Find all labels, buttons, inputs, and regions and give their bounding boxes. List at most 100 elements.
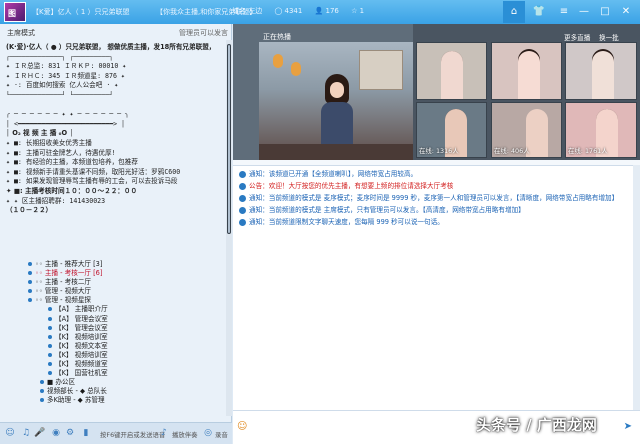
announcement-line: ✦ ·: 百度如何搜索 亿人公会吧 · ✦ [6, 81, 119, 90]
avatar-text: 图 [8, 9, 16, 18]
emoji-icon[interactable]: ☺ [237, 421, 247, 432]
chat-text: 该频道已开通【全频道喇叭】，网络带宽占用较高。 [268, 170, 418, 178]
menu-icon[interactable]: ≡ [553, 1, 575, 23]
chat-message: 通知：当前频道的模式是 主席模式，只有管理员可以发言。【高清度，网络带宽占用略有… [239, 206, 627, 215]
refresh-streams-link[interactable]: 换一批 [599, 32, 619, 42]
minimize-icon[interactable]: — [573, 1, 595, 23]
scroll-thumb[interactable] [227, 44, 231, 234]
stream-thumbnail[interactable]: 在线: 1316人 [416, 102, 487, 158]
record-button[interactable]: 录音 [215, 430, 228, 439]
video-area: 正在热播 更多直播 换一批 在线: 1316人 在线: 406人 在线: 176… [233, 24, 640, 160]
channel-tree-label: 视频部长 - ◆ 总队长 [47, 387, 107, 396]
channel-tree-item[interactable]: ◦◦ 主播 - 推荐大厅 [3] [0, 260, 226, 269]
channel-tree-label: 【A】 主播职介厅 [55, 305, 108, 314]
info-icon [239, 182, 246, 190]
music-icon[interactable]: ♪ [158, 427, 170, 439]
channel-tree-item[interactable]: 【K】 视频培训室 [0, 333, 226, 342]
chat-message: 通知：当前频道限制文字聊天速度，您每隔 999 秒可以说一句话。 [239, 218, 627, 227]
figure-shape [518, 51, 540, 99]
skin-icon[interactable]: 👕 [528, 1, 550, 23]
channel-dot-icon [40, 380, 44, 385]
chat-text: 当前频道的模式是 主席模式，只有管理员可以发言。【高清度，网络带宽占用略有增加】 [268, 206, 525, 215]
channel-tree-item[interactable]: 【A】 主播职介厅 [0, 305, 226, 314]
channel-tree-label: ◦◦ 主播 - 考核一厅 [6] [35, 269, 103, 278]
desk-shape [259, 144, 413, 160]
channel-dot-icon [48, 316, 52, 321]
announcement-line: ✦ ■: 长期招收美女优秀主播 [6, 138, 92, 147]
settings-icon[interactable]: ⚙ [64, 427, 76, 439]
chat-message: 通知：该频道已开通【全频道喇叭】，网络带宽占用较高。 [239, 170, 627, 179]
channel-tree-item[interactable]: 【K】 视频文本室 [0, 342, 226, 351]
channel-dot-icon [28, 262, 32, 266]
left-panel: 主席模式 管理员可以发言 (K·爱)·亿人（ ● ）只兄弟联盟， 想做优质主播，… [0, 24, 232, 444]
channel-tree-item[interactable]: 【K】 视频频道室 [0, 360, 226, 369]
channel-tree-item[interactable]: 视频部长 - ◆ 总队长 [0, 387, 226, 396]
channel-tree-item[interactable]: 【K】 视频培训室 [0, 351, 226, 360]
channel-tree-label: 【K】 视频频道室 [55, 360, 108, 369]
channel-tree-item[interactable]: ◦◦ 主播 - 考核二厅 [0, 278, 226, 287]
announcement-line: ✦ ■: 视频新手请重头基课不同频，取阳光好活：罗鸦C600 [6, 167, 181, 176]
channel-tree-item[interactable]: ◦◦ 主播 - 考核一厅 [6] [0, 269, 226, 278]
channel-tree-item[interactable]: ◦◦ 管理 - 视频大厅 [0, 287, 226, 296]
stream-thumbnail[interactable] [565, 42, 637, 100]
announcement-line: （１０－２２） [6, 206, 53, 215]
record-icon[interactable]: ◎ [202, 427, 214, 439]
channel-tree-label: 【K】 视频文本室 [55, 341, 108, 350]
chat-text: 当前频道限制文字聊天速度，您每隔 999 秒可以说一句话。 [268, 218, 444, 227]
stream-thumbnail[interactable] [416, 42, 487, 100]
chat-log: 通知：该频道已开通【全频道喇叭】，网络带宽占用较高。 公告：欢迎！大厅按您的优先主… [233, 165, 633, 410]
stat-favorite[interactable]: ☆ 1 [351, 7, 364, 15]
stat-label: 域名·左边 [232, 7, 263, 15]
announcement-line: ✦ ■: 如果发现管理辱骂主播有辱的工会，可以去投诉马段 [6, 177, 178, 186]
channel-dot-icon [40, 398, 44, 403]
voice-hint: 按F6键开启或发送语音 [100, 431, 166, 439]
channel-dot-icon [40, 389, 44, 394]
info-icon [239, 194, 246, 202]
channel-dot-icon [48, 362, 52, 367]
channel-tree-item[interactable]: 【K】 管理会议室 [0, 324, 226, 333]
more-streams-link[interactable]: 更多直播 [564, 32, 590, 42]
mode-label: 主席模式 [7, 29, 35, 37]
info-icon [239, 170, 246, 178]
channel-dot-icon [28, 298, 32, 303]
microphone-icon[interactable]: 🎤 [34, 427, 46, 439]
channel-tree-label: 【K】 国营社机室 [55, 369, 108, 378]
main-video[interactable] [259, 42, 413, 160]
headset-icon[interactable]: ♫ [20, 427, 32, 439]
chat-scrollbar[interactable] [633, 165, 640, 410]
face-shape [330, 82, 344, 98]
channel-tree-item[interactable]: 多K助理 - ◆ 苏管理 [0, 396, 226, 405]
announcement-line [6, 235, 220, 245]
channel-tree-label: 多K助理 - ◆ 苏管理 [47, 396, 105, 405]
home-icon[interactable]: ⌂ [503, 1, 525, 23]
user-icon[interactable]: ☺ [4, 427, 16, 439]
channel-tree-item[interactable]: ◦◦ 管理 - 视频星探 [0, 296, 226, 305]
channel-tree-item[interactable]: 【A】 管理会议室 [0, 315, 226, 324]
channel-dot-icon [48, 334, 52, 339]
play-accompany-button[interactable]: 播放伴奏 [172, 430, 198, 439]
voice-toolbar: ☺ ♫ 🎤 ◉ ⚙ ▮ 按F6键开启或发送语音 ♪ 播放伴奏 ◎ 录音 [0, 422, 232, 444]
left-scrollbar[interactable] [226, 40, 232, 416]
announcement-line: ✦ ＩＲ总监: 831 ＩＲＫＰ: 00010 ✦ [6, 62, 127, 71]
channel-avatar[interactable]: 图 [4, 2, 26, 22]
channel-dot-icon [48, 371, 52, 376]
announcement-line [6, 101, 220, 111]
send-icon[interactable]: ➤ [624, 421, 632, 432]
channel-dot-icon [48, 352, 52, 357]
hot-streams-panel: 更多直播 换一批 在线: 1316人 在线: 406人 在线: 1761人 [413, 24, 640, 160]
chat-message: 通知：当前频道的模式是 麦序模式；麦序时间是 9999 秒，麦序第一人和管理员可… [239, 194, 627, 203]
stream-thumbnail[interactable]: 在线: 1761人 [565, 102, 637, 158]
close-icon[interactable]: ✕ [615, 1, 637, 23]
info-icon [239, 218, 246, 226]
figure-shape [592, 51, 614, 99]
stream-thumbnail[interactable]: 在线: 406人 [491, 102, 562, 158]
chat-prefix: 通知： [249, 194, 269, 203]
watermark: 头条号 / 广西龙网 [476, 416, 597, 434]
announcement-line: │ <━━━━━━━━━━━━━━━━━━━━━━━━> │ [6, 119, 126, 128]
volume-icon[interactable]: ◉ [50, 427, 62, 439]
stream-thumbnail[interactable] [491, 42, 562, 100]
maximize-icon[interactable]: □ [594, 1, 616, 23]
channel-tree-item[interactable]: 【K】 国营社机室 [0, 369, 226, 378]
channel-tree-item[interactable]: ■ 办公区 [0, 378, 226, 387]
speaker-icon[interactable]: ▮ [80, 427, 92, 439]
